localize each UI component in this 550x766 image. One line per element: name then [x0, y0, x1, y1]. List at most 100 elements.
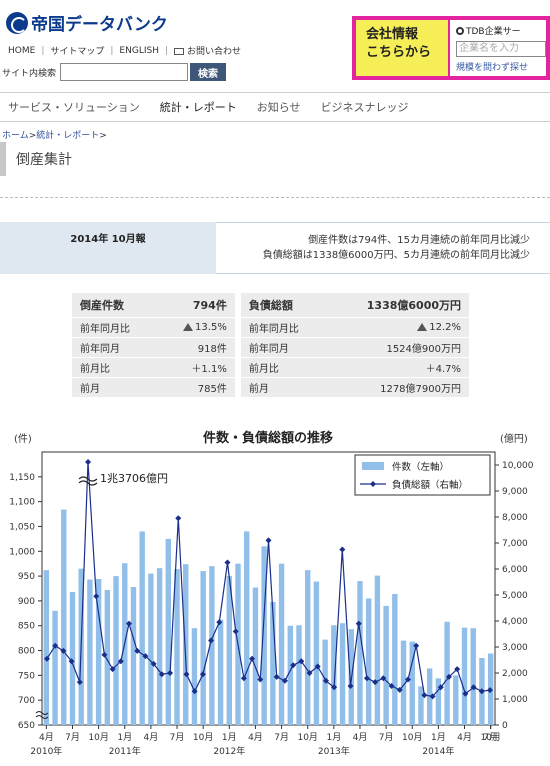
- legend-bar-label: 件数（左軸）: [392, 461, 449, 473]
- report-line-debt: 負債総額は1338億6000万円、5カ月連続の前年同月比減少: [262, 250, 530, 261]
- site-search-input[interactable]: [60, 63, 189, 81]
- stats-row-label: 前年同月: [240, 337, 327, 358]
- x-axis-month-label: 7月: [65, 732, 80, 743]
- stats-row-debt: ＋4.7%: [326, 357, 469, 378]
- nav-separator: |: [110, 45, 114, 56]
- x-axis-month-label: 10月: [88, 732, 108, 743]
- banner-line2: こちらから: [366, 45, 432, 60]
- company-search-title-text: TDB企業サー: [466, 27, 521, 37]
- banner-line1: 会社情報: [366, 27, 419, 42]
- site-search-button[interactable]: 検索: [190, 63, 227, 81]
- banner-link[interactable]: 会社情報 こちらから: [356, 20, 448, 76]
- stats-row-debt-value: 12.2%: [429, 321, 461, 333]
- triangle-up-icon: [417, 322, 428, 331]
- stats-row-label: 前月: [72, 377, 158, 398]
- count-bar: [156, 568, 163, 725]
- nav-statistics[interactable]: 統計・レポート: [160, 99, 237, 115]
- stats-row-debt: 12.2%: [326, 317, 469, 338]
- breadcrumb-statistics[interactable]: 統計・レポート: [36, 131, 99, 141]
- left-axis-tick-label: 1,100: [9, 498, 35, 508]
- right-axis-tick-label: 10,000: [502, 461, 534, 471]
- count-bar: [357, 581, 363, 725]
- stats-table: 倒産件数 794件 負債総額 1338億6000万円 前年同月比 13.5% 前…: [72, 293, 469, 398]
- stats-debt-title: 負債総額: [240, 293, 327, 318]
- count-bar: [43, 570, 50, 725]
- right-axis-tick-label: 6,000: [502, 565, 528, 575]
- x-axis-month-label: 10月: [297, 732, 317, 743]
- nav-sitemap-link[interactable]: サイトマップ: [50, 44, 104, 57]
- breadcrumb-separator: >: [99, 131, 107, 141]
- count-bar: [69, 591, 76, 725]
- debt-marker: [265, 537, 272, 544]
- count-bar: [165, 538, 172, 725]
- x-axis-month-label: 4月: [353, 732, 368, 743]
- company-logo[interactable]: 帝国データバンク: [6, 10, 168, 35]
- nav-home-link[interactable]: HOME: [8, 46, 35, 56]
- x-axis-year-label: 2012年: [213, 745, 245, 757]
- count-bar: [365, 598, 372, 725]
- x-axis-month-label: 1月: [326, 732, 341, 743]
- x-axis-month-label: 1月: [431, 732, 446, 743]
- right-axis-tick-label: 0: [502, 721, 508, 731]
- x-axis-year-label: 2011年: [109, 745, 141, 757]
- left-axis-tick-label: 850: [18, 622, 35, 632]
- breadcrumb-home[interactable]: ホーム: [2, 131, 29, 141]
- left-axis-tick-label: 700: [18, 696, 35, 706]
- nav-services[interactable]: サービス・ソリューション: [8, 99, 140, 115]
- count-bar: [461, 627, 468, 725]
- count-bar: [130, 587, 137, 725]
- x-axis-month-label: 7月: [274, 732, 289, 743]
- count-bar: [331, 625, 337, 725]
- stats-row-count: 13.5%: [157, 317, 235, 338]
- x-axis-year-label: 2010年: [30, 745, 62, 757]
- right-axis-tick-label: 5,000: [502, 591, 528, 601]
- site-search: サイト内検索 検索: [2, 63, 227, 81]
- right-axis-tick-label: 8,000: [502, 513, 528, 523]
- legend-bar-swatch: [362, 462, 384, 470]
- count-bar: [392, 593, 398, 725]
- count-bar: [339, 623, 346, 725]
- count-bar: [174, 569, 180, 725]
- stats-row-count: 785件: [157, 377, 235, 398]
- count-bar: [313, 581, 320, 725]
- stats-row-debt: 1278億7900万円: [326, 377, 469, 398]
- count-bar: [113, 576, 119, 725]
- triangle-up-icon: [183, 322, 194, 331]
- right-axis-tick-label: 1,000: [502, 695, 528, 705]
- company-search-input[interactable]: 企業名を入力: [456, 41, 546, 57]
- mail-icon: [174, 48, 185, 55]
- company-info-banner[interactable]: 会社情報 こちらから TDB企業サー 企業名を入力 規模を問わず探せ: [352, 16, 550, 80]
- contact-link-label: お問い合わせ: [187, 47, 242, 57]
- site-search-label: サイト内検索: [2, 68, 57, 79]
- nav-english-link[interactable]: ENGLISH: [119, 46, 159, 56]
- x-axis-month-label: 1月: [117, 732, 132, 743]
- nav-news[interactable]: お知らせ: [257, 99, 301, 115]
- magnifier-icon: [456, 26, 464, 35]
- divider: [0, 197, 550, 198]
- count-bar: [191, 628, 198, 725]
- x-axis-month-label: 4月: [248, 732, 263, 743]
- count-bar: [470, 628, 476, 725]
- stats-row: 前月比 ＋1.1% 前月比 ＋4.7%: [72, 357, 469, 378]
- stats-row-count-value: 13.5%: [195, 321, 227, 333]
- count-bar: [148, 573, 154, 725]
- left-axis-tick-label: 1,000: [9, 547, 35, 557]
- debt-marker: [224, 559, 231, 566]
- nav-knowledge[interactable]: ビジネスナレッジ: [321, 99, 409, 115]
- company-search-widget: TDB企業サー 企業名を入力 規模を問わず探せ: [450, 20, 546, 76]
- contact-link[interactable]: お問い合わせ: [174, 44, 241, 57]
- stats-row-label: 前月比: [72, 357, 158, 378]
- count-bar: [444, 621, 450, 725]
- x-axis-month-label: 10月: [402, 732, 422, 743]
- stats-count-title: 倒産件数: [72, 293, 158, 318]
- right-axis-tick-label: 9,000: [502, 487, 528, 497]
- main-nav: サービス・ソリューション 統計・レポート お知らせ ビジネスナレッジ: [0, 92, 550, 122]
- logo-text: 帝国データバンク: [31, 15, 168, 35]
- x-axis-month-label: 10月: [480, 732, 500, 743]
- count-bar: [87, 579, 93, 725]
- stats-row-label: 前年同月: [72, 337, 158, 358]
- count-bar: [453, 675, 459, 725]
- stats-row-label: 前年同月比: [240, 317, 327, 338]
- report-period: 2014年 10月報: [0, 222, 216, 274]
- stats-row-label: 前年同月比: [72, 317, 158, 338]
